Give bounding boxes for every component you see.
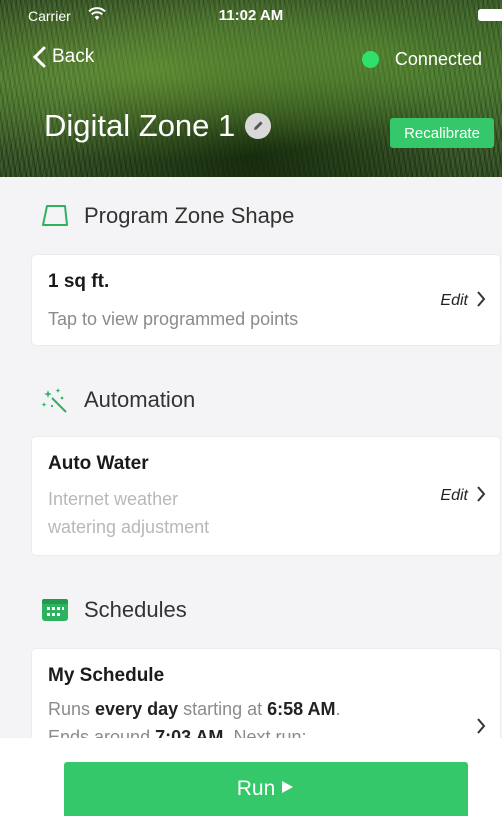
schedule-title: My Schedule <box>48 665 165 686</box>
section-heading-automation: Automation <box>40 386 195 414</box>
chevron-right-icon <box>476 288 486 314</box>
connection-status: Connected <box>361 49 482 70</box>
section-heading-zone-shape: Program Zone Shape <box>40 203 294 229</box>
runs-middle: starting at <box>178 699 268 719</box>
zone-shape-hint: Tap to view programmed points <box>48 309 299 329</box>
header-grass-banner: Carrier 11:02 AM Back Connected Digital … <box>0 0 502 177</box>
back-button[interactable]: Back <box>32 46 94 68</box>
edit-automation-link[interactable]: Edit <box>440 483 486 509</box>
status-bar: Carrier 11:02 AM <box>0 0 502 30</box>
chevron-left-icon <box>32 46 46 68</box>
pencil-edit-icon[interactable] <box>245 113 272 139</box>
run-button[interactable]: Run <box>64 762 468 816</box>
zone-detail-screen: Carrier 11:02 AM Back Connected Digital … <box>0 0 502 816</box>
zone-title: Digital Zone 1 <box>44 108 272 144</box>
zone-shape-card[interactable]: 1 sq ft. Tap to view programmed points E… <box>32 255 500 345</box>
connection-label: Connected <box>394 49 482 69</box>
chevron-right-icon <box>476 483 486 509</box>
automation-card[interactable]: Auto Water Internet weather watering adj… <box>32 437 500 555</box>
calendar-icon <box>40 597 70 623</box>
section-title: Program Zone Shape <box>84 203 295 228</box>
automation-line-1: Internet weather <box>48 489 179 509</box>
polygon-shape-icon <box>40 203 70 229</box>
edit-shape-link[interactable]: Edit <box>440 288 486 314</box>
clock-time: 11:02 AM <box>218 7 284 24</box>
edit-label: Edit <box>440 487 468 504</box>
back-label: Back <box>52 46 95 67</box>
run-label: Run <box>236 777 276 800</box>
edit-label: Edit <box>440 292 468 309</box>
section-title: Automation <box>84 387 196 412</box>
schedule-card[interactable]: My Schedule Runs every day starting at 6… <box>32 649 500 749</box>
automation-line-2: watering adjustment <box>48 517 210 537</box>
runs-prefix: Runs <box>48 699 96 719</box>
section-title: Schedules <box>84 597 187 622</box>
zone-name: Digital Zone 1 <box>44 108 236 143</box>
battery-icon <box>478 9 502 21</box>
zone-area: 1 sq ft. <box>48 271 110 292</box>
connection-dot-icon <box>361 51 379 68</box>
runs-start-time: 6:58 AM <box>267 699 336 719</box>
play-icon <box>279 779 295 800</box>
runs-frequency: every day <box>95 699 179 719</box>
sparkle-wand-icon <box>40 386 70 414</box>
recalibrate-button[interactable]: Recalibrate <box>390 118 494 148</box>
automation-title: Auto Water <box>48 453 149 474</box>
runs-suffix: . <box>335 699 341 719</box>
section-heading-schedules: Schedules <box>40 597 187 623</box>
